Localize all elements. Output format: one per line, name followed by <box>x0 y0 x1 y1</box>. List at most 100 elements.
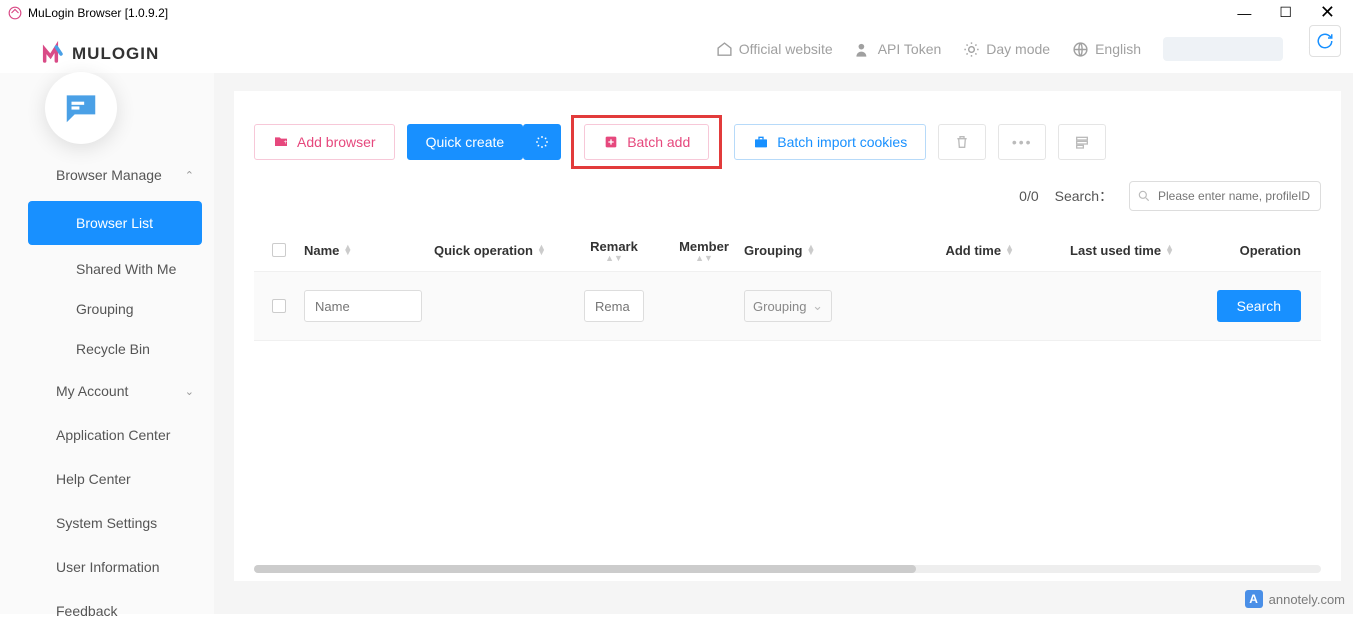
horizontal-scrollbar[interactable] <box>254 565 1321 573</box>
add-browser-button[interactable]: + Add browser <box>254 124 395 160</box>
col-lastused[interactable]: Last used time▲▼ <box>1014 243 1174 258</box>
col-name[interactable]: Name▲▼ <box>304 243 434 258</box>
chevron-down-icon: ⌄ <box>812 298 823 314</box>
spinner-icon <box>534 134 550 150</box>
logo-text: MULOGIN <box>72 44 159 64</box>
sort-icon: ▲▼ <box>1165 245 1174 255</box>
minimize-button[interactable]: — <box>1237 5 1251 21</box>
browser-table: Name▲▼ Quick operation▲▼ Remark▲▼ Member… <box>254 229 1321 341</box>
logo: MULOGIN <box>40 40 159 68</box>
window-title: MuLogin Browser [1.0.9.2] <box>28 6 168 20</box>
content-area: + Add browser Quick create Batch add <box>214 73 1353 614</box>
home-icon <box>716 41 733 58</box>
nav-api-token[interactable]: API Token <box>855 41 942 58</box>
sun-icon <box>963 41 980 58</box>
scrollbar-thumb[interactable] <box>254 565 916 573</box>
window-titlebar: MuLogin Browser [1.0.9.2] — ☐ ✕ <box>0 0 1353 25</box>
quick-create-spinner-button[interactable] <box>523 124 561 160</box>
sidebar-grouping[interactable]: Grouping <box>0 289 214 329</box>
sort-icon: ▲▼ <box>1005 245 1014 255</box>
batch-add-button[interactable]: Batch add <box>584 124 709 160</box>
quick-create-label: Quick create <box>426 134 505 150</box>
refresh-button[interactable] <box>1309 25 1341 57</box>
search-label: Search： <box>1055 186 1113 206</box>
sidebar-application-center[interactable]: Application Center <box>0 413 214 457</box>
sort-icon: ▲▼ <box>537 245 546 255</box>
top-nav: Official website API Token Day mode Engl… <box>0 25 1353 73</box>
more-button[interactable]: ••• <box>998 124 1046 160</box>
svg-text:+: + <box>284 139 288 146</box>
toolbar: + Add browser Quick create Batch add <box>254 115 1321 169</box>
count-indicator: 0/0 <box>1019 188 1038 204</box>
search-button[interactable]: Search <box>1217 290 1301 322</box>
sort-icon: ▲▼ <box>807 245 816 255</box>
nav-daymode-label: Day mode <box>986 41 1050 57</box>
sidebar-system-settings[interactable]: System Settings <box>0 501 214 545</box>
app-icon <box>8 6 22 20</box>
sort-icon: ▲▼ <box>695 256 713 261</box>
sidebar-recycle-bin[interactable]: Recycle Bin <box>0 329 214 369</box>
col-remark[interactable]: Remark▲▼ <box>564 239 664 261</box>
logo-icon <box>40 40 68 68</box>
nav-official-label: Official website <box>739 41 833 57</box>
sidebar-help-center[interactable]: Help Center <box>0 457 214 501</box>
sidebar-my-account[interactable]: My Account ⌄ <box>0 369 214 413</box>
sidebar-browser-manage[interactable]: Browser Manage ⌃ <box>0 153 214 197</box>
sidebar-shared-with-me[interactable]: Shared With Me <box>0 249 214 289</box>
search-row: 0/0 Search： <box>254 181 1321 211</box>
col-member[interactable]: Member▲▼ <box>664 239 744 261</box>
select-all-checkbox[interactable] <box>272 243 286 257</box>
chevron-down-icon: ⌄ <box>185 385 194 398</box>
col-quick[interactable]: Quick operation▲▼ <box>434 243 564 258</box>
filter-grouping-select[interactable]: Grouping⌄ <box>744 290 832 322</box>
sidebar-feedback[interactable]: Feedback <box>0 589 214 633</box>
dots-icon: ••• <box>1012 134 1033 150</box>
nav-day-mode[interactable]: Day mode <box>963 41 1050 58</box>
sort-icon: ▲▼ <box>343 245 352 255</box>
batch-import-label: Batch import cookies <box>777 134 907 150</box>
sort-icon: ▲▼ <box>605 256 623 261</box>
chat-icon <box>62 89 100 127</box>
close-button[interactable]: ✕ <box>1320 2 1335 23</box>
col-operation: Operation <box>1174 243 1321 258</box>
row-checkbox[interactable] <box>272 299 286 313</box>
search-icon <box>1137 189 1151 203</box>
nav-language-label: English <box>1095 41 1141 57</box>
main-panel: + Add browser Quick create Batch add <box>234 91 1341 581</box>
nav-api-label: API Token <box>878 41 942 57</box>
folder-plus-icon: + <box>273 134 289 150</box>
refresh-icon <box>1316 32 1334 50</box>
nav-language[interactable]: English <box>1072 41 1141 58</box>
maximize-button[interactable]: ☐ <box>1279 4 1292 21</box>
watermark: A annotely.com <box>1245 590 1345 608</box>
briefcase-icon <box>753 134 769 150</box>
batch-import-cookies-button[interactable]: Batch import cookies <box>734 124 926 160</box>
sidebar: Browser Manage ⌃ Browser List Shared Wit… <box>0 73 214 614</box>
settings-toggle-button[interactable] <box>1058 124 1106 160</box>
filter-row: Grouping⌄ Search <box>254 272 1321 341</box>
watermark-text: annotely.com <box>1269 592 1345 607</box>
search-input[interactable] <box>1129 181 1321 211</box>
chevron-up-icon: ⌃ <box>185 169 194 182</box>
watermark-icon: A <box>1245 590 1263 608</box>
list-settings-icon <box>1074 134 1090 150</box>
filter-name-input[interactable] <box>304 290 422 322</box>
batch-add-label: Batch add <box>627 134 690 150</box>
highlight-batch-add: Batch add <box>571 115 722 169</box>
sidebar-browser-list[interactable]: Browser List <box>28 201 202 245</box>
sidebar-my-account-label: My Account <box>56 383 128 399</box>
quick-create-button[interactable]: Quick create <box>407 124 524 160</box>
plus-square-icon <box>603 134 619 150</box>
col-grouping[interactable]: Grouping▲▼ <box>744 243 864 258</box>
chat-bubble-button[interactable] <box>45 72 117 144</box>
delete-button[interactable] <box>938 124 986 160</box>
trash-icon <box>954 134 970 150</box>
user-area[interactable] <box>1163 37 1283 61</box>
filter-remark-input[interactable] <box>584 290 644 322</box>
table-header: Name▲▼ Quick operation▲▼ Remark▲▼ Member… <box>254 229 1321 272</box>
col-addtime[interactable]: Add time▲▼ <box>864 243 1014 258</box>
globe-icon <box>1072 41 1089 58</box>
nav-official-website[interactable]: Official website <box>716 41 833 58</box>
add-browser-label: Add browser <box>297 134 376 150</box>
sidebar-user-information[interactable]: User Information <box>0 545 214 589</box>
